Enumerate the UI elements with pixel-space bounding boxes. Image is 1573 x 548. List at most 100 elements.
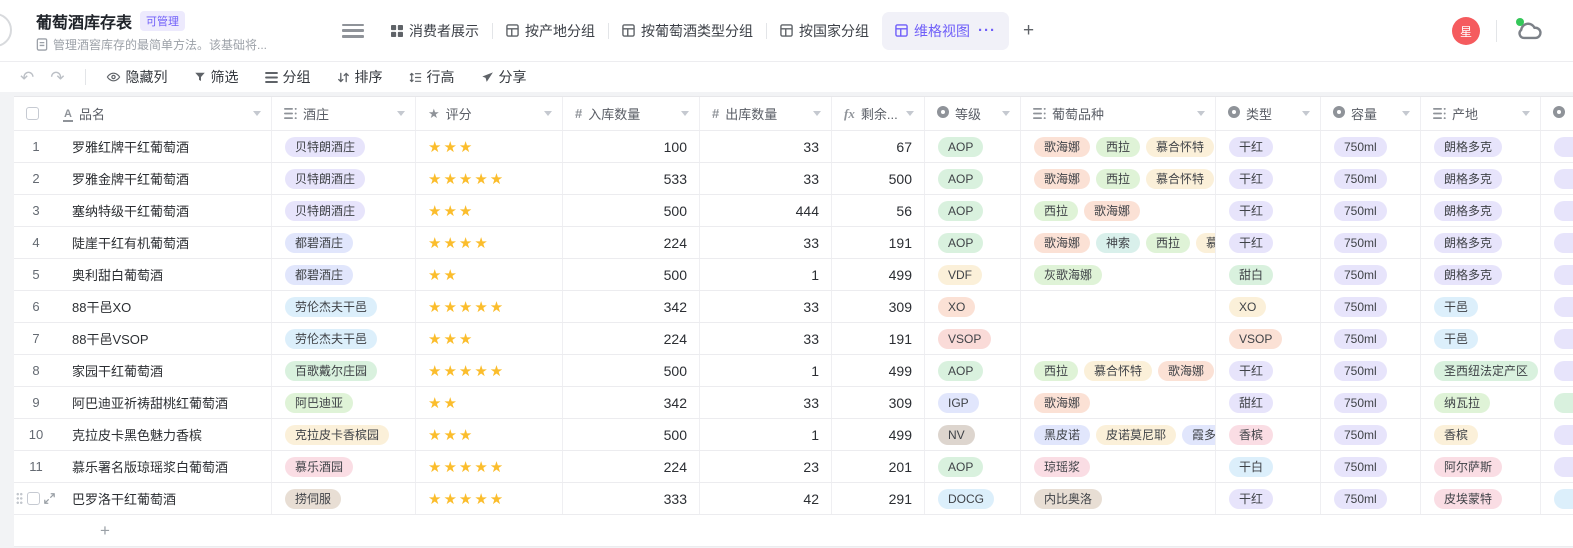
rating-stars[interactable]: ★★: [428, 266, 459, 284]
redo-icon[interactable]: ↷: [50, 69, 64, 86]
cell-grape-varieties[interactable]: 灰歌海娜: [1021, 259, 1216, 290]
column-dropdown-caret[interactable]: [1302, 111, 1310, 116]
cell-country-clipped[interactable]: [1541, 483, 1573, 514]
cell-grade[interactable]: NV: [925, 419, 1021, 450]
cell-grade[interactable]: AOP: [925, 131, 1021, 162]
cell-name[interactable]: 11慕乐署名版琼瑶浆白葡萄酒: [14, 451, 272, 482]
cell-remaining[interactable]: 309: [832, 291, 925, 322]
cell-type[interactable]: 干红: [1216, 195, 1321, 226]
column-header[interactable]: #出库数量: [700, 97, 832, 130]
cell-winery[interactable]: 贝特朗酒庄: [272, 163, 416, 194]
cell-grade[interactable]: VSOP: [925, 323, 1021, 354]
cell-winery[interactable]: 劳伦杰夫干邑: [272, 323, 416, 354]
cell-volume[interactable]: 750ml: [1321, 163, 1421, 194]
column-header[interactable]: ★评分: [416, 97, 563, 130]
cell-remaining[interactable]: 499: [832, 419, 925, 450]
rating-stars[interactable]: ★★★★★: [428, 298, 505, 316]
add-row-plus-icon[interactable]: +: [100, 522, 110, 539]
cell-inbound-qty[interactable]: 342: [563, 291, 700, 322]
cell-country-clipped[interactable]: [1541, 195, 1573, 226]
toolbar-button[interactable]: 分享: [481, 67, 527, 87]
column-dropdown-caret[interactable]: [253, 111, 261, 116]
rating-stars[interactable]: ★★★★: [428, 234, 490, 252]
cell-type[interactable]: 干红: [1216, 131, 1321, 162]
cell-name[interactable]: 巴罗洛干红葡萄酒: [14, 483, 272, 514]
cell-country-clipped[interactable]: [1541, 291, 1573, 322]
cell-outbound-qty[interactable]: 42: [700, 483, 832, 514]
undo-icon[interactable]: ↶: [20, 69, 34, 86]
cell-grade[interactable]: AOP: [925, 227, 1021, 258]
cell-type[interactable]: XO: [1216, 291, 1321, 322]
cell-name[interactable]: 2罗雅金牌干红葡萄酒: [14, 163, 272, 194]
cell-name[interactable]: 9阿巴迪亚祈祷甜桃红葡萄酒: [14, 387, 272, 418]
cell-origin[interactable]: 干邑: [1421, 323, 1541, 354]
view-tab[interactable]: 消费者展示: [378, 12, 492, 50]
cell-origin[interactable]: 朗格多克: [1421, 227, 1541, 258]
cell-country-clipped[interactable]: [1541, 419, 1573, 450]
cell-grape-varieties[interactable]: [1021, 323, 1216, 354]
column-header[interactable]: A品名: [14, 97, 272, 130]
cell-winery[interactable]: 捞伺服: [272, 483, 416, 514]
cell-inbound-qty[interactable]: 333: [563, 483, 700, 514]
rating-stars[interactable]: ★★★: [428, 330, 474, 348]
cell-origin[interactable]: 纳瓦拉: [1421, 387, 1541, 418]
cell-outbound-qty[interactable]: 33: [700, 163, 832, 194]
menu-icon[interactable]: [342, 24, 364, 38]
cell-outbound-qty[interactable]: 1: [700, 355, 832, 386]
column-dropdown-caret[interactable]: [681, 111, 689, 116]
column-dropdown-caret[interactable]: [544, 111, 552, 116]
toolbar-button[interactable]: 隐藏列: [106, 67, 168, 87]
cell-winery[interactable]: 阿巴迪亚: [272, 387, 416, 418]
cell-inbound-qty[interactable]: 100: [563, 131, 700, 162]
cell-volume[interactable]: 750ml: [1321, 483, 1421, 514]
column-dropdown-caret[interactable]: [906, 111, 914, 116]
cell-inbound-qty[interactable]: 500: [563, 195, 700, 226]
cell-remaining[interactable]: 201: [832, 451, 925, 482]
cell-outbound-qty[interactable]: 1: [700, 259, 832, 290]
rating-stars[interactable]: ★★★★★: [428, 362, 505, 380]
column-dropdown-caret[interactable]: [1402, 111, 1410, 116]
cell-rating[interactable]: ★★★★★: [416, 291, 563, 322]
cell-volume[interactable]: 750ml: [1321, 355, 1421, 386]
cell-type[interactable]: 甜白: [1216, 259, 1321, 290]
cell-country-clipped[interactable]: [1541, 323, 1573, 354]
cell-inbound-qty[interactable]: 500: [563, 419, 700, 450]
cell-inbound-qty[interactable]: 224: [563, 451, 700, 482]
cell-remaining[interactable]: 500: [832, 163, 925, 194]
cell-origin[interactable]: 朗格多克: [1421, 195, 1541, 226]
cell-type[interactable]: 干红: [1216, 483, 1321, 514]
column-header[interactable]: [1541, 97, 1573, 130]
cell-origin[interactable]: 阿尔萨斯: [1421, 451, 1541, 482]
cell-country-clipped[interactable]: [1541, 131, 1573, 162]
cell-name[interactable]: 10克拉皮卡黑色魅力香槟: [14, 419, 272, 450]
cell-origin[interactable]: 皮埃蒙特: [1421, 483, 1541, 514]
cell-name[interactable]: 5奥利甜白葡萄酒: [14, 259, 272, 290]
cell-grade[interactable]: VDF: [925, 259, 1021, 290]
cell-name[interactable]: 4陡崖干红有机葡萄酒: [14, 227, 272, 258]
cell-type[interactable]: VSOP: [1216, 323, 1321, 354]
cell-inbound-qty[interactable]: 500: [563, 355, 700, 386]
cell-grade[interactable]: AOP: [925, 355, 1021, 386]
row-checkbox[interactable]: [27, 492, 40, 505]
cell-grape-varieties[interactable]: 琼瑶浆: [1021, 451, 1216, 482]
cell-type[interactable]: 干白: [1216, 451, 1321, 482]
cell-grape-varieties[interactable]: 歌海娜: [1021, 387, 1216, 418]
cell-rating[interactable]: ★★★: [416, 323, 563, 354]
column-dropdown-caret[interactable]: [1197, 111, 1205, 116]
cell-inbound-qty[interactable]: 533: [563, 163, 700, 194]
cell-grape-varieties[interactable]: [1021, 291, 1216, 322]
cell-grape-varieties[interactable]: 歌海娜西拉慕合怀特: [1021, 131, 1216, 162]
cell-volume[interactable]: 750ml: [1321, 131, 1421, 162]
cell-grape-varieties[interactable]: 西拉慕合怀特歌海娜: [1021, 355, 1216, 386]
cell-grape-varieties[interactable]: 黑皮诺皮诺莫尼耶霞多丽: [1021, 419, 1216, 450]
cell-country-clipped[interactable]: [1541, 227, 1573, 258]
cell-remaining[interactable]: 67: [832, 131, 925, 162]
column-header[interactable]: 葡萄品种: [1021, 97, 1216, 130]
more-dots-icon[interactable]: ···: [978, 22, 996, 39]
column-dropdown-caret[interactable]: [397, 111, 405, 116]
cell-outbound-qty[interactable]: 444: [700, 195, 832, 226]
view-tab[interactable]: 按产地分组: [493, 12, 608, 50]
cell-volume[interactable]: 750ml: [1321, 323, 1421, 354]
cell-country-clipped[interactable]: [1541, 163, 1573, 194]
cell-rating[interactable]: ★★★★: [416, 227, 563, 258]
